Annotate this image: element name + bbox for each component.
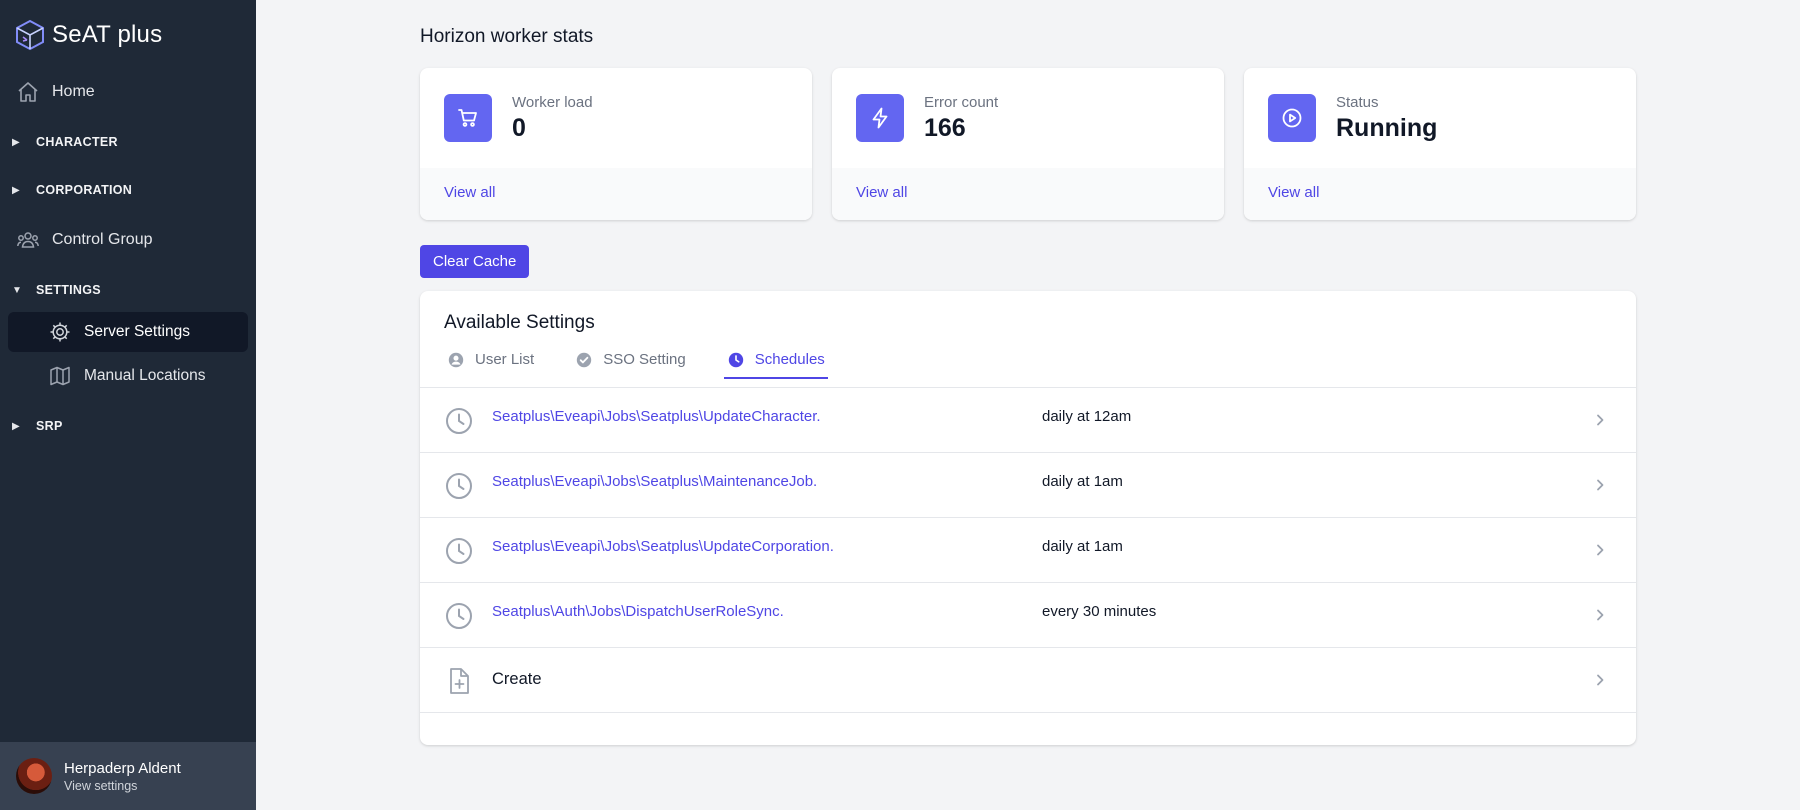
view-all-link[interactable]: View all: [444, 184, 495, 201]
schedule-frequency: every 30 minutes: [1042, 603, 1157, 620]
tab-label: Schedules: [754, 351, 825, 368]
nav-section-character[interactable]: ▶ CHARACTER: [12, 131, 118, 153]
nav-label-manual-locations: Manual Locations: [84, 367, 206, 384]
clock-icon: [728, 352, 743, 367]
clock-icon: [446, 408, 472, 434]
tab-schedules[interactable]: Schedules: [723, 341, 828, 379]
schedule-job-link[interactable]: Seatplus\Auth\Jobs\DispatchUserRoleSync.: [492, 603, 784, 620]
create-schedule-row[interactable]: Create: [420, 648, 1636, 713]
nav-item-control-group[interactable]: Control Group: [8, 220, 248, 260]
nav-section-label: SRP: [36, 419, 63, 433]
lightning-icon: [856, 94, 904, 142]
logo-icon: [16, 19, 44, 51]
tab-sso-setting[interactable]: SSO Setting: [572, 341, 686, 378]
schedule-frequency: daily at 12am: [1042, 408, 1132, 425]
tab-label: User List: [475, 351, 535, 368]
clear-cache-button[interactable]: Clear Cache: [420, 245, 530, 278]
view-settings-link[interactable]: View settings: [64, 779, 181, 793]
settings-title: Available Settings: [444, 312, 595, 333]
stat-value: 166: [924, 114, 966, 142]
nav-section-settings[interactable]: ▼ SETTINGS: [12, 279, 101, 301]
users-icon: [16, 228, 40, 252]
chevron-right-icon: [1597, 674, 1604, 686]
stat-footer: View all: [1244, 168, 1636, 220]
home-icon: [16, 80, 40, 104]
schedule-job-link[interactable]: Seatplus\Eveapi\Jobs\Seatplus\UpdateChar…: [492, 408, 821, 425]
stat-card-worker-load: Worker load 0 View all: [420, 68, 812, 220]
schedule-row[interactable]: Seatplus\Eveapi\Jobs\Seatplus\UpdateCorp…: [420, 518, 1636, 583]
sidebar: SeAT plus Home ▶ CHARACTER ▶ CORPORATION…: [0, 0, 256, 810]
clock-icon: [446, 603, 472, 629]
user-circle-icon: [448, 352, 464, 367]
user-text: Herpaderp Aldent View settings: [64, 760, 181, 793]
schedule-job-link[interactable]: Seatplus\Eveapi\Jobs\Seatplus\Maintenanc…: [492, 473, 817, 490]
nav-section-label: CORPORATION: [36, 183, 133, 197]
caret-right-icon: ▶: [12, 184, 20, 196]
schedule-row[interactable]: Seatplus\Eveapi\Jobs\Seatplus\UpdateChar…: [420, 388, 1636, 453]
nav-label-home: Home: [52, 83, 95, 100]
clock-icon: [446, 538, 472, 564]
nav-label-control-group: Control Group: [52, 231, 153, 248]
nav-section-srp[interactable]: ▶ SRP: [12, 415, 63, 437]
stat-value: 0: [512, 114, 526, 142]
cart-icon: [444, 94, 492, 142]
nav-item-server-settings[interactable]: Server Settings: [8, 312, 248, 352]
chevron-right-icon: [1597, 609, 1604, 621]
nav-label-server-settings: Server Settings: [84, 323, 190, 340]
play-circle-icon: [1268, 94, 1316, 142]
schedule-frequency: daily at 1am: [1042, 538, 1123, 555]
schedule-frequency: daily at 1am: [1042, 473, 1123, 490]
stat-card-status: Status Running View all: [1244, 68, 1636, 220]
caret-right-icon: ▶: [12, 420, 20, 432]
view-all-link[interactable]: View all: [856, 184, 907, 201]
chevron-right-icon: [1597, 544, 1604, 556]
map-icon: [48, 364, 72, 388]
stat-footer: View all: [832, 168, 1224, 220]
avatar: [16, 758, 52, 794]
stat-footer: View all: [420, 168, 812, 220]
nav-item-home[interactable]: Home: [8, 72, 248, 112]
schedule-row[interactable]: Seatplus\Auth\Jobs\DispatchUserRoleSync.…: [420, 583, 1636, 648]
create-label: Create: [492, 670, 542, 688]
page-title: Horizon worker stats: [420, 26, 594, 47]
chevron-right-icon: [1597, 414, 1604, 426]
nav-section-label: SETTINGS: [36, 283, 101, 297]
nav-section-label: CHARACTER: [36, 135, 118, 149]
caret-right-icon: ▶: [12, 136, 20, 148]
caret-down-icon: ▼: [12, 284, 22, 296]
gear-icon: [48, 320, 72, 344]
nav-item-manual-locations[interactable]: Manual Locations: [8, 356, 248, 396]
schedule-row[interactable]: Seatplus\Eveapi\Jobs\Seatplus\Maintenanc…: [420, 453, 1636, 518]
settings-card: Available Settings User List SSO Setting…: [420, 291, 1636, 745]
check-badge-icon: [576, 352, 592, 367]
tab-user-list[interactable]: User List: [444, 341, 534, 378]
nav-section-corporation[interactable]: ▶ CORPORATION: [12, 179, 132, 201]
tab-label: SSO Setting: [603, 351, 686, 368]
stat-value: Running: [1336, 114, 1438, 142]
schedule-job-link[interactable]: Seatplus\Eveapi\Jobs\Seatplus\UpdateCorp…: [492, 538, 834, 555]
brand[interactable]: SeAT plus: [14, 18, 162, 52]
user-profile[interactable]: Herpaderp Aldent View settings: [0, 742, 256, 810]
stat-card-error-count: Error count 166 View all: [832, 68, 1224, 220]
stat-label: Worker load: [512, 94, 593, 111]
settings-tabs: User List SSO Setting Schedules: [444, 341, 863, 379]
clock-icon: [446, 473, 472, 499]
document-plus-icon: [450, 668, 469, 694]
view-all-link[interactable]: View all: [1268, 184, 1319, 201]
chevron-right-icon: [1597, 479, 1604, 491]
app-name: SeAT plus: [52, 21, 163, 48]
stat-label: Status: [1336, 94, 1379, 111]
user-name: Herpaderp Aldent: [64, 759, 181, 777]
stat-label: Error count: [924, 94, 999, 111]
